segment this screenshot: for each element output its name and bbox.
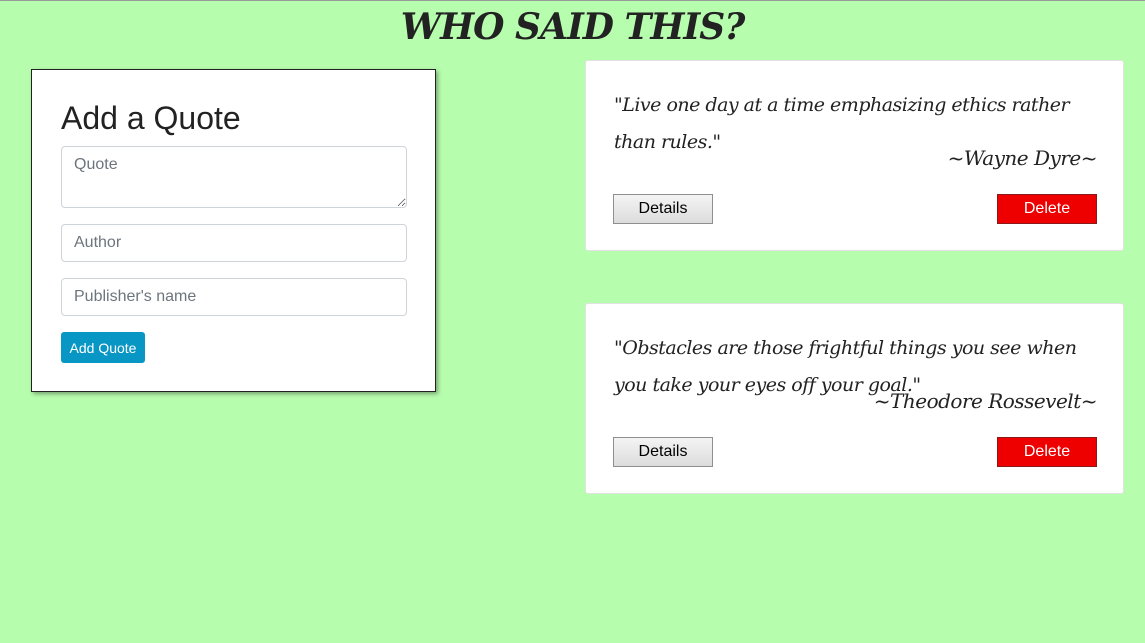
details-button[interactable]: Details	[613, 194, 713, 224]
quote-card: "Obstacles are those frightful things yo…	[585, 303, 1124, 494]
quote-author: ~Theodore Rossevelt~	[873, 389, 1098, 413]
delete-button[interactable]: Delete	[997, 437, 1097, 467]
details-button[interactable]: Details	[613, 437, 713, 467]
quote-card: "Live one day at a time emphasizing ethi…	[585, 60, 1124, 251]
page-title: WHO SAID THIS?	[400, 6, 746, 48]
add-quote-button[interactable]: Add Quote	[61, 332, 145, 363]
publisher-input[interactable]	[61, 278, 407, 316]
author-input[interactable]	[61, 224, 407, 262]
quote-input[interactable]	[61, 146, 407, 208]
form-heading: Add a Quote	[61, 100, 241, 136]
quote-author: ~Wayne Dyre~	[947, 146, 1098, 170]
add-quote-form: Add a Quote Add Quote	[31, 69, 436, 392]
delete-button[interactable]: Delete	[997, 194, 1097, 224]
